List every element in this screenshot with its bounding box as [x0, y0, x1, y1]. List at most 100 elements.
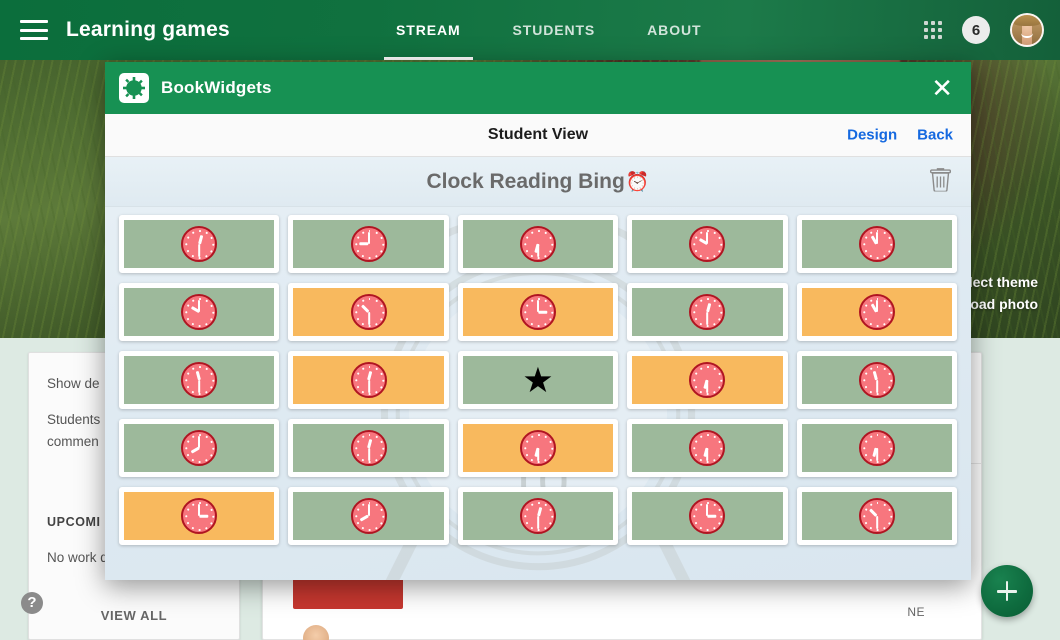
clock-tick: [695, 386, 698, 389]
bingo-cell[interactable]: [288, 215, 449, 273]
bingo-cell-free[interactable]: ★: [457, 351, 619, 409]
bingo-cell[interactable]: [627, 351, 788, 409]
bingo-cell[interactable]: [119, 215, 280, 273]
clock-tick: [192, 459, 195, 462]
bingo-cell[interactable]: [627, 487, 788, 545]
clock-tick: [864, 386, 867, 389]
clock-tick: [530, 231, 534, 234]
clock-tick: [361, 299, 364, 302]
clock-tick: [210, 236, 213, 239]
clock-tick: [713, 459, 717, 462]
clock-tick: [356, 522, 359, 525]
clock-tick: [888, 522, 891, 525]
bingo-cell[interactable]: [796, 283, 957, 341]
tab-stream[interactable]: STREAM: [370, 0, 487, 60]
clock-face-icon: [181, 362, 218, 398]
bingo-cell[interactable]: [796, 351, 957, 409]
clock-tick: [695, 372, 698, 375]
bingo-cell[interactable]: [627, 283, 788, 341]
clock-hour-hand: [199, 514, 209, 518]
notification-count-badge[interactable]: 6: [962, 16, 990, 44]
help-question-icon[interactable]: ?: [21, 592, 43, 614]
clock-tick: [205, 459, 208, 462]
clock-tick: [883, 255, 886, 258]
clock-tick: [707, 325, 709, 327]
clock-tick: [707, 366, 709, 368]
clock-tick: [869, 367, 872, 370]
back-button[interactable]: Back: [917, 127, 953, 144]
clock-tick: [368, 325, 371, 327]
clock-tick: [356, 454, 359, 457]
bingo-cell[interactable]: [288, 487, 449, 545]
bingo-cell[interactable]: [457, 419, 619, 477]
clock-hour-hand: [359, 242, 369, 246]
bingo-cell[interactable]: [457, 283, 619, 341]
clock-tick: [530, 435, 534, 438]
clock-tick: [700, 255, 703, 258]
clock-tick: [888, 250, 891, 253]
bingo-cell[interactable]: [119, 283, 280, 341]
bingo-cell[interactable]: [457, 487, 619, 545]
clock-tick: [187, 372, 190, 375]
clock-hour-hand: [367, 370, 373, 381]
clock-tick: [375, 459, 378, 462]
bingo-cell[interactable]: [796, 419, 957, 477]
clock-tick: [883, 503, 886, 506]
bingo-cell[interactable]: [457, 215, 619, 273]
clock-tick: [185, 379, 188, 382]
apps-grid-icon[interactable]: [924, 21, 942, 39]
bingo-cell[interactable]: [796, 487, 957, 545]
clock-tick: [869, 323, 872, 326]
clock-face-icon: [350, 226, 387, 262]
clock-tick: [185, 515, 188, 518]
logo-gear-shape: [123, 77, 145, 99]
view-all-button[interactable]: VIEW ALL: [29, 605, 239, 627]
bingo-cell[interactable]: [119, 419, 280, 477]
clock-face-icon: [858, 226, 895, 262]
star-icon: ★: [522, 360, 554, 400]
clock-tick: [525, 304, 529, 307]
user-avatar[interactable]: [1010, 13, 1044, 47]
clock-tick: [380, 372, 383, 375]
clock-tick: [205, 299, 208, 302]
clock-tick: [888, 386, 891, 389]
clock-tick: [361, 231, 364, 234]
clock-tick: [192, 527, 195, 530]
clock-tick: [544, 435, 547, 438]
clock-hour-hand: [367, 438, 373, 449]
bingo-cell[interactable]: [119, 487, 280, 545]
design-button[interactable]: Design: [847, 127, 897, 144]
clock-tick: [713, 299, 717, 302]
bingo-cell[interactable]: [288, 283, 449, 341]
bingo-cell[interactable]: [627, 419, 788, 477]
clock-tick: [199, 393, 201, 395]
clock-tick: [883, 435, 886, 438]
bingo-cell[interactable]: [627, 215, 788, 273]
clock-tick: [864, 250, 867, 253]
close-x-icon[interactable]: ✕: [931, 75, 953, 101]
clock-tick: [549, 508, 552, 511]
hamburger-menu-icon[interactable]: [20, 20, 48, 40]
tab-students[interactable]: STUDENTS: [487, 0, 622, 60]
bingo-cell[interactable]: [119, 351, 280, 409]
top-bar-right-actions: 6: [924, 0, 1044, 60]
clock-tick: [368, 434, 371, 436]
clock-tick: [375, 323, 378, 326]
bingo-cell[interactable]: [796, 215, 957, 273]
clock-face-icon: [350, 362, 387, 398]
bingo-cell[interactable]: [288, 351, 449, 409]
tab-about[interactable]: ABOUT: [621, 0, 727, 60]
bingo-cell[interactable]: [288, 419, 449, 477]
add-plus-icon[interactable]: [981, 565, 1033, 617]
clock-tick: [537, 434, 540, 436]
clock-tick: [876, 461, 879, 463]
clock-face-icon: [181, 498, 218, 534]
clock-tick: [869, 391, 872, 394]
modal-header: BookWidgets ✕: [105, 62, 971, 114]
clock-tick: [890, 311, 893, 314]
clock-tick: [544, 503, 547, 506]
clock-tick: [700, 527, 703, 530]
clock-tick: [544, 323, 547, 326]
delete-trash-icon[interactable]: [929, 167, 952, 196]
clock-tick: [707, 461, 709, 463]
